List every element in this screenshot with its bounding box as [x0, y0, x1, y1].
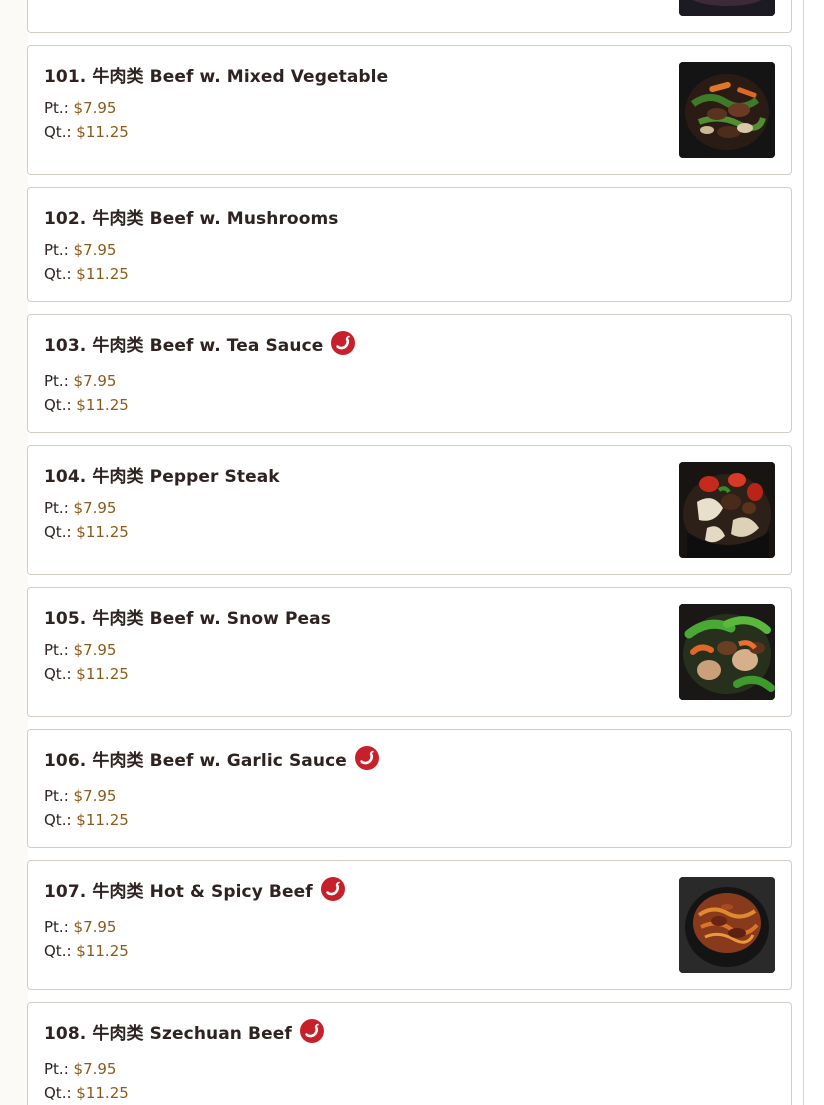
- menu-item-105[interactable]: 105. 牛肉类 Beef w. Snow Peas Pt.: $7.95 Qt…: [27, 587, 792, 717]
- price-value: $11.25: [76, 811, 129, 829]
- price-block: Pt.: $7.95 Qt.: $11.25: [44, 238, 775, 286]
- menu-item-107[interactable]: 107. 牛肉类 Hot & Spicy Beef Pt.: $7.95 Qt.…: [27, 860, 792, 990]
- price-block: Pt.: $7.95 Qt.: $11.25: [44, 784, 775, 832]
- price-value: $7.95: [73, 241, 117, 259]
- price-label: Pt.:: [44, 372, 69, 390]
- item-title: 103. 牛肉类 Beef w. Tea Sauce: [44, 331, 775, 356]
- item-title-text: 104. 牛肉类 Pepper Steak: [44, 466, 280, 487]
- price-value: $11.25: [76, 665, 129, 683]
- price-label: Qt.:: [44, 396, 72, 414]
- menu-item-106[interactable]: 106. 牛肉类 Beef w. Garlic Sauce Pt.: $7.95…: [27, 729, 792, 848]
- menu-item-partial[interactable]: [27, 0, 792, 33]
- price-label: Pt.:: [44, 787, 69, 805]
- menu-page: 101. 牛肉类 Beef w. Mixed Vegetable Pt.: $7…: [0, 0, 824, 1105]
- price-label: Pt.:: [44, 1060, 69, 1078]
- price-label: Pt.:: [44, 499, 69, 517]
- item-title-text: 103. 牛肉类 Beef w. Tea Sauce: [44, 335, 324, 356]
- chili-pepper-icon: [299, 1019, 324, 1043]
- price-pint: Pt.: $7.95: [44, 915, 775, 939]
- price-value: $7.95: [73, 1060, 117, 1078]
- price-value: $7.95: [73, 99, 117, 117]
- chili-pepper-icon: [331, 331, 356, 355]
- price-pint: Pt.: $7.95: [44, 96, 775, 120]
- price-value: $7.95: [73, 918, 117, 936]
- price-value: $7.95: [73, 372, 117, 390]
- price-block: Pt.: $7.95 Qt.: $11.25: [44, 638, 775, 686]
- price-pint: Pt.: $7.95: [44, 784, 775, 808]
- price-value: $11.25: [76, 942, 129, 960]
- price-label: Pt.:: [44, 99, 69, 117]
- price-label: Pt.:: [44, 918, 69, 936]
- price-pint: Pt.: $7.95: [44, 238, 775, 262]
- item-title: 106. 牛肉类 Beef w. Garlic Sauce: [44, 746, 775, 771]
- pepper-steak-photo[interactable]: [679, 462, 775, 558]
- item-title-text: 108. 牛肉类 Szechuan Beef: [44, 1023, 292, 1044]
- item-title: 108. 牛肉类 Szechuan Beef: [44, 1019, 775, 1044]
- menu-item-list: 101. 牛肉类 Beef w. Mixed Vegetable Pt.: $7…: [27, 0, 792, 1105]
- price-quart: Qt.: $11.25: [44, 939, 775, 963]
- item-title-text: 102. 牛肉类 Beef w. Mushrooms: [44, 208, 339, 229]
- price-value: $7.95: [73, 499, 117, 517]
- snow-peas-beef-photo[interactable]: [679, 604, 775, 700]
- menu-item-103[interactable]: 103. 牛肉类 Beef w. Tea Sauce Pt.: $7.95 Qt…: [27, 314, 792, 433]
- price-pint: Pt.: $7.95: [44, 496, 775, 520]
- price-quart: Qt.: $11.25: [44, 120, 775, 144]
- price-quart: Qt.: $11.25: [44, 808, 775, 832]
- item-title-text: 101. 牛肉类 Beef w. Mixed Vegetable: [44, 66, 389, 87]
- price-value: $11.25: [76, 523, 129, 541]
- item-title: 105. 牛肉类 Beef w. Snow Peas: [44, 604, 775, 629]
- price-label: Qt.:: [44, 942, 72, 960]
- menu-item-108[interactable]: 108. 牛肉类 Szechuan Beef Pt.: $7.95 Qt.: $: [27, 1002, 792, 1105]
- price-label: Qt.:: [44, 523, 72, 541]
- price-pint: Pt.: $7.95: [44, 1057, 775, 1081]
- price-value: $7.95: [73, 641, 117, 659]
- price-block: Pt.: $7.95 Qt.: $11.25: [44, 915, 775, 963]
- price-value: $11.25: [76, 1084, 129, 1102]
- price-label: Pt.:: [44, 241, 69, 259]
- price-pint: Pt.: $7.95: [44, 638, 775, 662]
- price-block: Pt.: $7.95 Qt.: $11.25: [44, 96, 775, 144]
- price-quart: Qt.: $11.25: [44, 520, 775, 544]
- menu-item-101[interactable]: 101. 牛肉类 Beef w. Mixed Vegetable Pt.: $7…: [27, 45, 792, 175]
- dish-photo[interactable]: [679, 0, 775, 16]
- scroll-rail[interactable]: [803, 0, 804, 1105]
- price-quart: Qt.: $11.25: [44, 1081, 775, 1105]
- hot-spicy-beef-photo[interactable]: [679, 877, 775, 973]
- price-quart: Qt.: $11.25: [44, 262, 775, 286]
- price-block: Pt.: $7.95 Qt.: $11.25: [44, 496, 775, 544]
- item-title: 104. 牛肉类 Pepper Steak: [44, 462, 775, 487]
- price-pint: Pt.: $7.95: [44, 369, 775, 393]
- price-block: Pt.: $7.95 Qt.: $11.25: [44, 369, 775, 417]
- price-value: $7.95: [73, 787, 117, 805]
- price-label: Qt.:: [44, 123, 72, 141]
- price-label: Qt.:: [44, 1084, 72, 1102]
- price-label: Pt.:: [44, 641, 69, 659]
- item-title-text: 107. 牛肉类 Hot & Spicy Beef: [44, 881, 313, 902]
- item-title-text: 106. 牛肉类 Beef w. Garlic Sauce: [44, 750, 347, 771]
- price-value: $11.25: [76, 396, 129, 414]
- price-block: Pt.: $7.95 Qt.: $11.25: [44, 1057, 775, 1105]
- item-title-text: 105. 牛肉类 Beef w. Snow Peas: [44, 608, 331, 629]
- menu-item-102[interactable]: 102. 牛肉类 Beef w. Mushrooms Pt.: $7.95 Qt…: [27, 187, 792, 302]
- item-title: 107. 牛肉类 Hot & Spicy Beef: [44, 877, 775, 902]
- mixed-vegetable-beef-photo[interactable]: [679, 62, 775, 158]
- page-gutter: [0, 0, 28, 1105]
- menu-item-104[interactable]: 104. 牛肉类 Pepper Steak Pt.: $7.95 Qt.: $1…: [27, 445, 792, 575]
- price-value: $11.25: [76, 123, 129, 141]
- price-label: Qt.:: [44, 811, 72, 829]
- price-value: $11.25: [76, 265, 129, 283]
- price-label: Qt.:: [44, 265, 72, 283]
- chili-pepper-icon: [320, 877, 345, 901]
- price-label: Qt.:: [44, 665, 72, 683]
- item-title: 102. 牛肉类 Beef w. Mushrooms: [44, 204, 775, 229]
- item-title: 101. 牛肉类 Beef w. Mixed Vegetable: [44, 62, 775, 87]
- chili-pepper-icon: [354, 746, 379, 770]
- price-quart: Qt.: $11.25: [44, 662, 775, 686]
- price-quart: Qt.: $11.25: [44, 393, 775, 417]
